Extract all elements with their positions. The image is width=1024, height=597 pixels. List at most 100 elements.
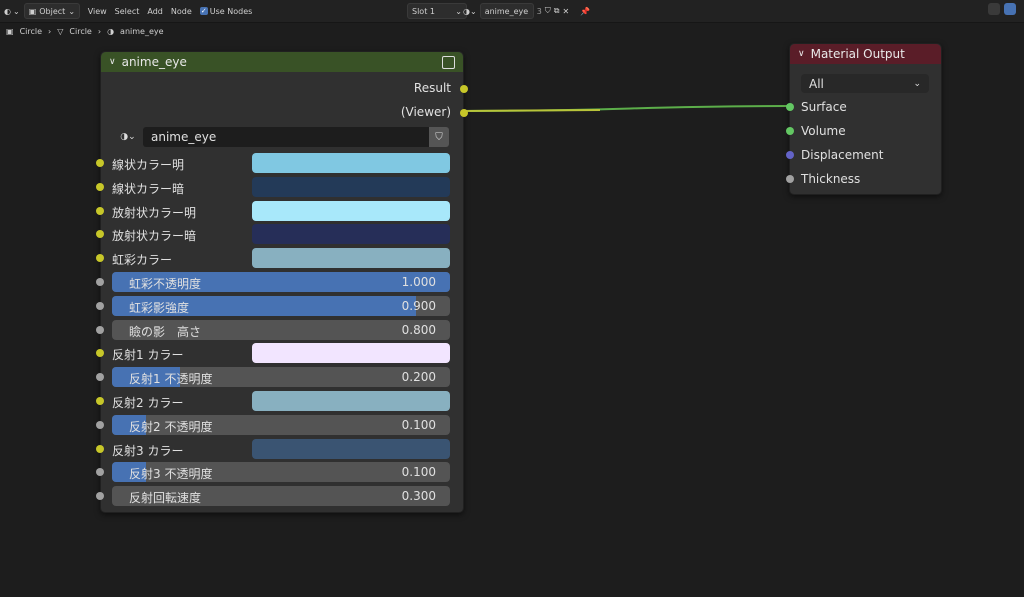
- input-socket[interactable]: [96, 349, 104, 357]
- input-label: 反射2 カラー: [112, 396, 184, 410]
- input-socket[interactable]: [96, 278, 104, 286]
- input-socket[interactable]: [96, 468, 104, 476]
- input-socket[interactable]: [96, 421, 104, 429]
- input-volume-label: Volume: [801, 124, 846, 138]
- slider-label: 反射回転速度: [129, 491, 202, 505]
- slider-value: 1.000: [401, 275, 436, 289]
- target-dropdown[interactable]: All ⌄: [801, 74, 929, 93]
- material-name-field[interactable]: anime_eye: [479, 3, 534, 19]
- slider-value: 0.800: [401, 323, 436, 337]
- menu-view[interactable]: View: [84, 3, 111, 19]
- chevron-down-icon: ⌄: [913, 78, 921, 89]
- color-swatch[interactable]: [252, 201, 450, 221]
- input-socket[interactable]: [96, 230, 104, 238]
- input-surface-label: Surface: [801, 100, 847, 114]
- slider-value: 0.100: [401, 465, 436, 479]
- node-group-name-field[interactable]: anime_eye: [143, 127, 429, 147]
- pin-icon[interactable]: 📌: [580, 7, 590, 16]
- overlay-icon[interactable]: [988, 3, 1000, 15]
- input-label: 放射状カラー暗: [112, 229, 197, 243]
- input-label: 虹彩カラー: [112, 253, 173, 267]
- input-displacement-socket[interactable]: [786, 151, 794, 159]
- input-socket[interactable]: [96, 159, 104, 167]
- menu-select[interactable]: Select: [111, 3, 144, 19]
- slider-value: 0.100: [401, 418, 436, 432]
- checkmark-icon: ✓: [199, 7, 208, 15]
- fake-user-shield-icon[interactable]: ⛉: [429, 127, 449, 147]
- input-socket[interactable]: [96, 302, 104, 310]
- slider-label: 反射1 不透明度: [129, 372, 213, 386]
- group-node-anime-eye[interactable]: ∨ anime_eye Result (Viewer) ◑⌄ anime_eye…: [96, 51, 468, 513]
- material-sphere-icon[interactable]: ◑⌄: [113, 127, 143, 147]
- input-socket[interactable]: [96, 207, 104, 215]
- node-header[interactable]: ∨ Material Output: [790, 44, 941, 64]
- input-socket[interactable]: [96, 445, 104, 453]
- value-slider[interactable]: 虹彩影強度 0.900: [112, 296, 450, 316]
- slider-label: 反射2 不透明度: [129, 420, 213, 434]
- mesh-icon: ▽: [57, 27, 64, 36]
- material-selector: ◑⌄ anime_eye 3 ⛉ ⧉ ✕ 📌: [463, 3, 590, 19]
- user-count: 3: [536, 6, 542, 16]
- value-slider[interactable]: 虹彩不透明度 1.000: [112, 272, 450, 292]
- use-nodes-checkbox[interactable]: ✓ Use Nodes: [196, 3, 257, 19]
- header-right-tools: [988, 3, 1016, 15]
- color-swatch[interactable]: [252, 248, 450, 268]
- input-thickness-label: Thickness: [801, 172, 861, 186]
- output-viewer-label: (Viewer): [400, 105, 451, 119]
- sidebar-toggle-icon[interactable]: [1004, 3, 1016, 15]
- input-volume-socket[interactable]: [786, 127, 794, 135]
- object-icon: ▣: [6, 27, 14, 36]
- input-displacement-label: Displacement: [801, 148, 884, 162]
- node-header[interactable]: ∨ anime_eye: [101, 52, 463, 72]
- slider-value: 0.900: [401, 299, 436, 313]
- input-socket[interactable]: [96, 373, 104, 381]
- value-slider[interactable]: 瞼の影 高さ 0.800: [112, 320, 450, 340]
- slider-label: 虹彩不透明度: [129, 277, 202, 291]
- output-result-label: Result: [413, 81, 451, 95]
- chevron-down-icon: ⌄: [455, 6, 462, 16]
- output-result-socket[interactable]: [460, 85, 468, 93]
- input-socket[interactable]: [96, 326, 104, 334]
- chevron-down-icon: ⌄: [68, 6, 76, 16]
- color-swatch[interactable]: [252, 224, 450, 244]
- editor-type-button[interactable]: ◐ ⌄: [0, 3, 24, 19]
- value-slider[interactable]: 反射回転速度 0.300: [112, 486, 450, 506]
- material-sphere-icon: ◑: [107, 27, 115, 36]
- slot-dropdown[interactable]: Slot 1 ⌄: [407, 3, 467, 19]
- chevron-right-icon: ›: [48, 27, 52, 36]
- slider-value: 0.200: [401, 370, 436, 384]
- close-icon[interactable]: ✕: [563, 7, 570, 16]
- input-surface-socket[interactable]: [786, 103, 794, 111]
- menu-node[interactable]: Node: [167, 3, 196, 19]
- value-slider[interactable]: 反射2 不透明度 0.100: [112, 415, 450, 435]
- material-output-node[interactable]: ∨ Material Output All ⌄ Surface Volume D…: [786, 43, 942, 195]
- collapse-chevron-icon[interactable]: ∨: [109, 57, 116, 67]
- input-label: 線状カラー暗: [112, 182, 185, 196]
- slider-value: 0.300: [401, 489, 436, 503]
- color-swatch[interactable]: [252, 439, 450, 459]
- value-slider[interactable]: 反射1 不透明度 0.200: [112, 367, 450, 387]
- output-viewer-socket[interactable]: [460, 109, 468, 117]
- menu-add[interactable]: Add: [143, 3, 167, 19]
- color-swatch[interactable]: [252, 177, 450, 197]
- color-swatch[interactable]: [252, 391, 450, 411]
- input-socket[interactable]: [96, 492, 104, 500]
- collapse-chevron-icon[interactable]: ∨: [798, 49, 805, 59]
- input-thickness-socket[interactable]: [786, 175, 794, 183]
- node-group-icon[interactable]: [442, 55, 455, 69]
- duplicate-icon[interactable]: ⧉: [554, 6, 560, 16]
- value-slider[interactable]: 反射3 不透明度 0.100: [112, 462, 450, 482]
- color-swatch[interactable]: [252, 343, 450, 363]
- fake-user-shield-icon[interactable]: ⛉: [545, 6, 551, 16]
- node-editor-icon: ◐: [4, 6, 11, 16]
- material-sphere-icon[interactable]: ◑⌄: [463, 7, 477, 16]
- input-socket[interactable]: [96, 397, 104, 405]
- object-mode-dropdown[interactable]: ▣ Object ⌄: [23, 3, 80, 19]
- input-label: 線状カラー明: [112, 158, 185, 172]
- input-label: 反射1 カラー: [112, 348, 184, 362]
- cube-icon: ▣: [28, 6, 37, 16]
- node-group-datablock: ◑⌄ anime_eye ⛉: [113, 127, 449, 147]
- input-socket[interactable]: [96, 254, 104, 262]
- color-swatch[interactable]: [252, 153, 450, 173]
- input-socket[interactable]: [96, 183, 104, 191]
